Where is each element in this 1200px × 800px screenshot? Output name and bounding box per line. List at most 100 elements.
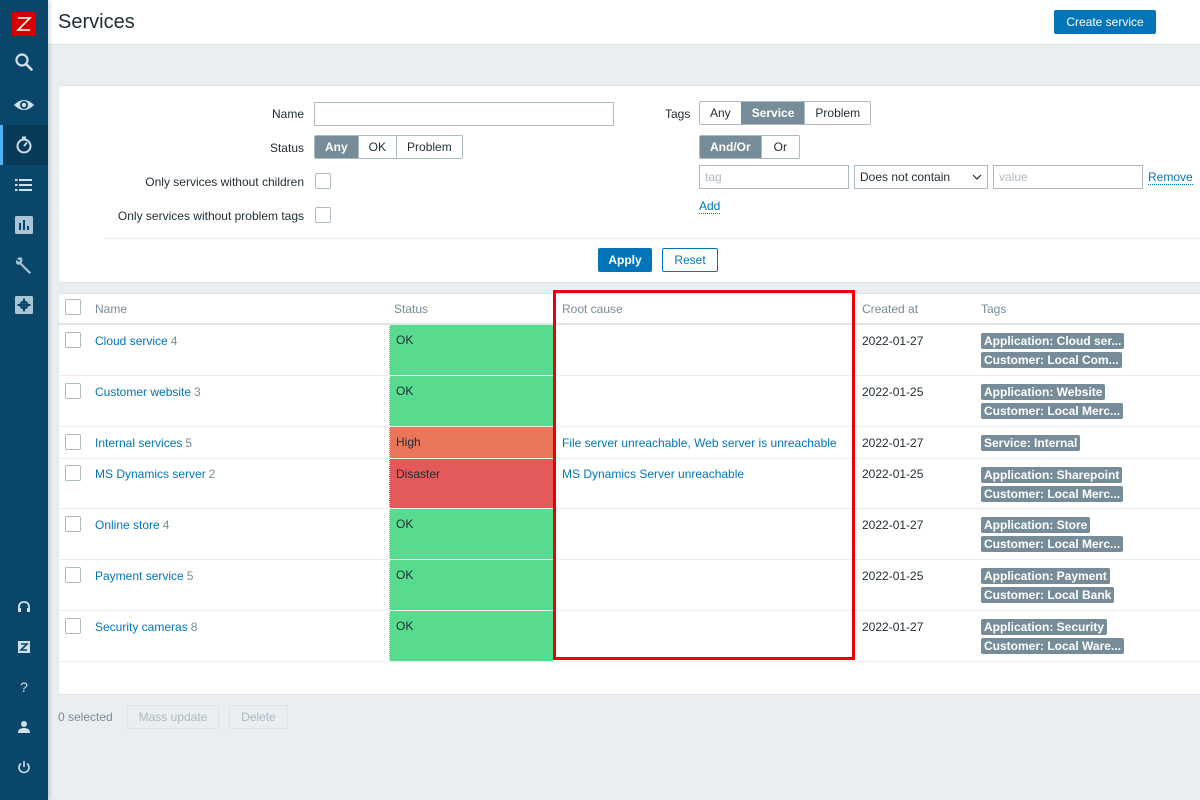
list-icon (15, 179, 32, 191)
child-count: 4 (170, 334, 178, 348)
tags-problem-option[interactable]: Problem (804, 102, 870, 124)
table-row: MS Dynamics server 2 Disaster MS Dynamics… (59, 459, 1200, 509)
root-cause-link[interactable]: MS Dynamics Server unreachable (562, 467, 744, 481)
tag-value-input[interactable] (993, 165, 1143, 189)
create-service-button[interactable]: Create service (1054, 10, 1156, 34)
child-count: 5 (185, 436, 193, 450)
sidebar-item-services[interactable] (0, 125, 48, 165)
tag-badge[interactable]: Customer: Local Bank (981, 587, 1115, 603)
logic-or-option[interactable]: Or (760, 136, 799, 158)
no-children-checkbox[interactable] (315, 173, 331, 189)
created-at: 2022-01-25 (862, 467, 924, 481)
sidebar-item-inventory[interactable] (0, 165, 48, 205)
column-header-status[interactable]: Status (394, 294, 428, 324)
created-at: 2022-01-27 (862, 518, 924, 532)
tags-logic-toggle: And/Or Or (699, 135, 801, 159)
tag-badge[interactable]: Service: Internal (981, 435, 1081, 451)
tag-badge[interactable]: Customer: Local Com... (981, 352, 1122, 368)
tag-badge[interactable]: Application: Store (981, 517, 1091, 533)
row-checkbox[interactable] (65, 516, 81, 532)
root-cause-link[interactable]: File server unreachable, Web server is u… (562, 436, 837, 450)
tag-name-input[interactable] (699, 165, 849, 189)
sidebar-item-share[interactable] (0, 627, 48, 667)
no-problem-tags-checkbox[interactable] (315, 207, 331, 223)
delete-button[interactable]: Delete (229, 705, 288, 729)
table-row: Internal services 5 High File server unre… (59, 427, 1200, 459)
tag-badge[interactable]: Application: Payment (981, 568, 1110, 584)
service-name-link[interactable]: Security cameras (95, 620, 188, 634)
status-problem-option[interactable]: Problem (396, 136, 462, 158)
sidebar-item-user-settings[interactable] (0, 707, 48, 747)
row-checkbox[interactable] (65, 332, 81, 348)
tag-badge[interactable]: Customer: Local Merc... (981, 536, 1124, 552)
wrench-icon (15, 257, 31, 274)
service-name-link[interactable]: Payment service (95, 569, 184, 583)
created-at: 2022-01-27 (862, 620, 924, 634)
tags-any-option[interactable]: Any (700, 102, 741, 124)
service-name-link[interactable]: Internal services (95, 436, 182, 450)
apply-button[interactable]: Apply (598, 248, 652, 272)
status-any-option[interactable]: Any (315, 136, 358, 158)
sidebar-item-sign-out[interactable] (0, 747, 48, 787)
service-name-link[interactable]: MS Dynamics server (95, 467, 206, 481)
tag-badge[interactable]: Customer: Local Ware... (981, 638, 1124, 654)
row-checkbox[interactable] (65, 383, 81, 399)
headset-icon (18, 601, 30, 612)
tag-operator-select[interactable]: Does not contain (854, 165, 988, 189)
row-checkbox[interactable] (65, 618, 81, 634)
tag-operator-value: Does not contain (860, 170, 951, 184)
tag-badge[interactable]: Application: Cloud ser... (981, 333, 1125, 349)
service-name-link[interactable]: Customer website (95, 385, 191, 399)
created-at: 2022-01-25 (862, 385, 924, 399)
tag-badge[interactable]: Application: Website (981, 384, 1106, 400)
status-cell: OK (389, 376, 553, 426)
status-cell: OK (389, 560, 553, 610)
tag-badge[interactable]: Customer: Local Merc... (981, 486, 1124, 502)
gear-icon (15, 296, 33, 314)
sidebar-item-administration[interactable] (0, 285, 48, 325)
add-tag-link[interactable]: Add (699, 199, 721, 214)
power-icon (18, 761, 30, 774)
sidebar-item-search[interactable] (0, 42, 48, 82)
sidebar-item-reports[interactable] (0, 205, 48, 245)
name-label: Name (271, 107, 304, 121)
chevron-down-icon (972, 174, 982, 180)
created-at: 2022-01-25 (862, 569, 924, 583)
tags-service-option[interactable]: Service (740, 102, 805, 124)
reset-button[interactable]: Reset (662, 248, 718, 272)
column-header-name[interactable]: Name (95, 294, 127, 324)
row-checkbox[interactable] (65, 567, 81, 583)
column-header-root-cause: Root cause (562, 302, 623, 316)
tag-badge[interactable]: Application: Security (981, 619, 1108, 635)
remove-tag-link[interactable]: Remove (1148, 170, 1193, 185)
mass-update-button[interactable]: Mass update (127, 705, 219, 729)
zabbix-share-icon (18, 641, 30, 653)
table-row: Payment service 5 OK 2022-01-25 Applicati… (59, 560, 1200, 611)
select-all-checkbox[interactable] (65, 299, 81, 315)
row-checkbox[interactable] (65, 465, 81, 481)
column-header-tags: Tags (981, 302, 1007, 316)
created-at: 2022-01-27 (862, 436, 924, 450)
service-name-link[interactable]: Online store (95, 518, 160, 532)
tag-badge[interactable]: Customer: Local Merc... (981, 403, 1124, 419)
zabbix-logo[interactable] (12, 12, 36, 36)
sidebar-item-support[interactable] (0, 587, 48, 627)
row-checkbox[interactable] (65, 434, 81, 450)
search-icon (15, 53, 33, 71)
status-label: Status (269, 141, 304, 155)
service-name-link[interactable]: Cloud service (95, 334, 168, 348)
status-ok-option[interactable]: OK (357, 136, 396, 158)
table-row: Online store 4 OK 2022-01-27 Application:… (59, 509, 1200, 560)
name-input[interactable] (314, 102, 614, 126)
column-header-created-at[interactable]: Created at (862, 294, 918, 324)
sidebar-item-configuration[interactable] (0, 245, 48, 285)
page-title: Services (58, 11, 135, 33)
child-count: 4 (162, 518, 170, 532)
sidebar-item-help[interactable]: ? (0, 667, 48, 707)
status-cell: OK (389, 325, 553, 375)
tag-badge[interactable]: Application: Sharepoint (981, 467, 1123, 483)
table-row: Security cameras 8 OK 2022-01-27 Applicat… (59, 611, 1200, 662)
logic-and-or-option[interactable]: And/Or (700, 136, 761, 158)
filter-divider (104, 238, 1200, 239)
sidebar-item-monitoring[interactable] (0, 85, 48, 125)
